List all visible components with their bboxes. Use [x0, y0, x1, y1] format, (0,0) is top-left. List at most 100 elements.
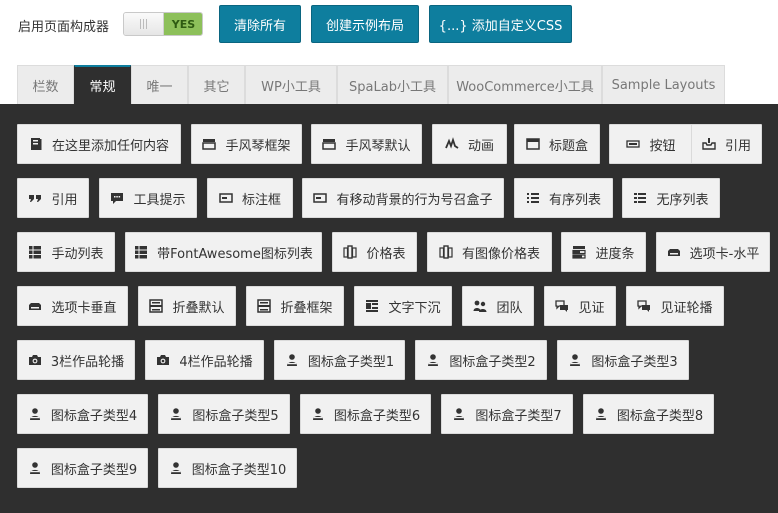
- element-button[interactable]: 标题盒: [514, 124, 600, 164]
- tab-columns[interactable]: 栏数: [17, 65, 74, 104]
- element-button[interactable]: 手风琴默认: [311, 124, 422, 164]
- element-button[interactable]: 引用: [691, 124, 762, 164]
- element-label: 有图像价格表: [461, 246, 540, 262]
- pricing-icon: [439, 245, 453, 259]
- user-icon: [28, 461, 42, 475]
- element-button[interactable]: 3栏作品轮播: [17, 340, 135, 380]
- element-button[interactable]: 价格表: [332, 232, 417, 272]
- element-label: 选项卡-水平: [689, 246, 760, 262]
- element-button[interactable]: 手风琴框架: [191, 124, 302, 164]
- element-button[interactable]: 引用: [17, 178, 89, 218]
- element-label: 带FontAwesome图标列表: [157, 246, 313, 262]
- element-label: 标题盒: [548, 138, 588, 154]
- element-label: 折叠默认: [172, 300, 225, 316]
- enable-builder-toggle[interactable]: YES: [123, 12, 203, 36]
- element-button[interactable]: 选项卡-水平: [656, 232, 770, 272]
- callout-icon: [313, 191, 328, 205]
- element-button[interactable]: 团队: [462, 286, 534, 326]
- accordion-icon: [322, 137, 337, 151]
- element-label: 团队: [496, 300, 523, 316]
- element-button[interactable]: 标注框: [207, 178, 293, 218]
- element-label: 有序列表: [548, 192, 601, 208]
- tab-general[interactable]: 常规: [74, 65, 131, 104]
- tab-icon: [28, 299, 42, 313]
- toggle-icon: [149, 299, 164, 313]
- toggle-knob[interactable]: [124, 13, 164, 35]
- element-label: 图标盒子类型1: [307, 354, 395, 370]
- comment-icon: [110, 191, 124, 205]
- element-button[interactable]: 图标盒子类型2: [415, 340, 547, 380]
- tab-unique[interactable]: 唯一: [131, 65, 188, 104]
- element-row: 3栏作品轮播 4栏作品轮播 图标盒子类型1 图标盒子类型2 图标盒子类型3: [17, 340, 769, 380]
- toggle-yes-label: YES: [164, 13, 202, 35]
- element-button[interactable]: 文字下沉: [354, 286, 452, 326]
- element-button[interactable]: 图标盒子类型8: [583, 394, 714, 434]
- book-icon: [29, 137, 43, 151]
- inbox-icon: [702, 137, 716, 151]
- add-custom-css-button[interactable]: {...} 添加自定义CSS: [429, 5, 572, 43]
- element-label: 手风琴框架: [225, 138, 291, 154]
- element-row: 在这里添加任何内容 手风琴框架 手风琴默认 动画 标题盒 按钮 引用: [17, 124, 769, 164]
- element-button[interactable]: 图标盒子类型7: [441, 394, 573, 434]
- element-button[interactable]: 见证: [544, 286, 616, 326]
- element-label: 进度条: [595, 246, 635, 262]
- element-label: 图标盒子类型9: [50, 462, 138, 478]
- tab-other[interactable]: 其它: [188, 65, 245, 104]
- create-sample-layout-button[interactable]: 创建示例布局: [311, 5, 419, 43]
- element-button[interactable]: 见证轮播: [626, 286, 724, 326]
- tab-icon: [667, 245, 681, 259]
- element-label: 手风琴默认: [345, 138, 411, 154]
- element-button[interactable]: 图标盒子类型9: [17, 448, 148, 488]
- element-button[interactable]: 图标盒子类型4: [17, 394, 148, 434]
- element-button[interactable]: 工具提示: [99, 178, 197, 218]
- elements-panel: 在这里添加任何内容 手风琴框架 手风琴默认 动画 标题盒 按钮 引用 引用 工具提示 标注框 有移动…: [0, 104, 778, 513]
- element-button[interactable]: 4栏作品轮播: [145, 340, 264, 380]
- element-button[interactable]: 图标盒子类型6: [300, 394, 431, 434]
- enable-builder-label: 启用页面构成器: [18, 20, 110, 35]
- list-icon: [134, 245, 148, 259]
- element-button[interactable]: 进度条: [561, 232, 646, 272]
- tab-wp-widgets[interactable]: WP小工具: [245, 65, 337, 104]
- clear-all-button[interactable]: 清除所有: [219, 5, 301, 43]
- callout-icon: [219, 191, 233, 205]
- element-label: 选项卡垂直: [51, 300, 117, 316]
- element-button[interactable]: 手动列表: [17, 232, 115, 272]
- element-button[interactable]: 在这里添加任何内容: [17, 124, 181, 164]
- element-button[interactable]: 有图像价格表: [427, 232, 552, 272]
- element-button[interactable]: 无序列表: [622, 178, 720, 218]
- tab-woocommerce-widgets[interactable]: WooCommerce小工具: [448, 65, 602, 104]
- element-button[interactable]: 有移动背景的行为号召盒子: [302, 178, 504, 218]
- element-button[interactable]: 折叠默认: [138, 286, 236, 326]
- tab-spalab-widgets[interactable]: SpaLab小工具: [337, 65, 448, 104]
- tab-sample-layouts[interactable]: Sample Layouts: [602, 65, 725, 104]
- camera-icon: [156, 353, 170, 367]
- element-button[interactable]: 图标盒子类型1: [274, 340, 405, 380]
- element-row: 手动列表 带FontAwesome图标列表 价格表 有图像价格表 进度条 选项卡-水平: [17, 232, 770, 272]
- toggle-icon: [257, 299, 272, 313]
- user-icon: [452, 407, 466, 421]
- element-label: 有移动背景的行为号召盒子: [336, 192, 493, 208]
- element-button[interactable]: 动画: [432, 124, 507, 164]
- accordion-icon: [202, 137, 217, 151]
- user-icon: [28, 407, 42, 421]
- element-button[interactable]: 图标盒子类型3: [557, 340, 689, 380]
- element-label: 标注框: [241, 192, 281, 208]
- element-label: 手动列表: [51, 246, 104, 262]
- element-button[interactable]: 按钮: [609, 124, 693, 164]
- element-button[interactable]: 图标盒子类型10: [158, 448, 297, 488]
- element-button[interactable]: 选项卡垂直: [17, 286, 128, 326]
- element-button[interactable]: 折叠框架: [246, 286, 344, 326]
- element-button[interactable]: 图标盒子类型5: [158, 394, 290, 434]
- element-label: 工具提示: [133, 192, 186, 208]
- list-icon: [28, 245, 42, 259]
- element-label: 图标盒子类型7: [475, 408, 562, 424]
- element-label: 图标盒子类型6: [333, 408, 421, 424]
- camera-icon: [28, 353, 42, 367]
- animation-icon: [445, 137, 459, 151]
- pricing-icon: [343, 245, 358, 259]
- element-button[interactable]: 有序列表: [514, 178, 613, 218]
- element-button[interactable]: 带FontAwesome图标列表: [125, 232, 322, 272]
- element-label: 图标盒子类型8: [616, 408, 704, 424]
- user-icon: [568, 353, 582, 367]
- element-label: 图标盒子类型5: [192, 408, 279, 424]
